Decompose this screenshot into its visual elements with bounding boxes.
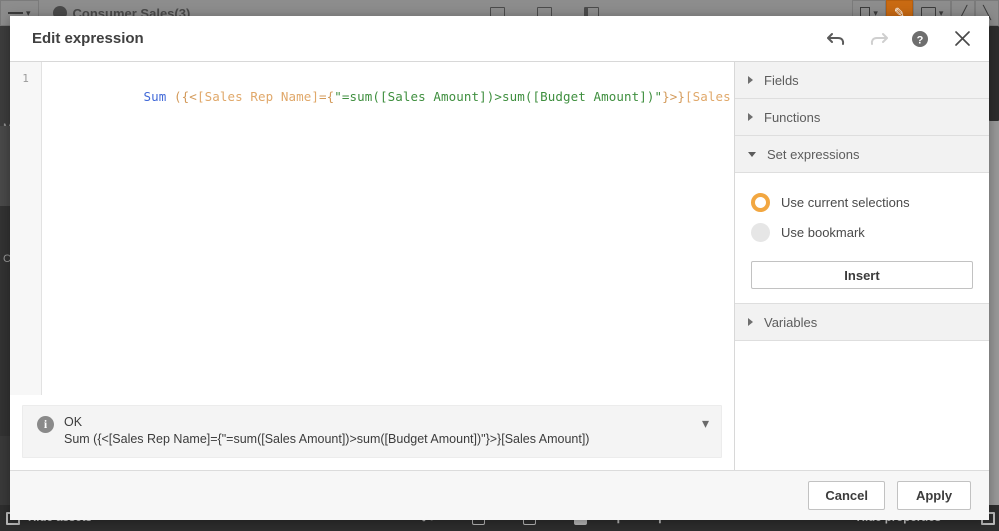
sidebar-item-functions[interactable]: Functions bbox=[735, 99, 989, 136]
undo-icon[interactable] bbox=[825, 28, 847, 50]
edit-expression-dialog: Edit expression bbox=[10, 16, 989, 520]
radio-use-current-selections[interactable]: Use current selections bbox=[751, 187, 973, 217]
line-number-gutter: 1 bbox=[10, 62, 42, 395]
radio-use-bookmark[interactable]: Use bookmark bbox=[751, 217, 973, 247]
expression-input[interactable]: Sum ({<[Sales Rep Name]={"=sum([Sales Am… bbox=[42, 62, 734, 395]
validation-status-box: i OK Sum ({<[Sales Rep Name]={"=sum([Sal… bbox=[22, 405, 722, 458]
chevron-right-icon bbox=[748, 318, 753, 326]
expression-tokens: Sum ({<[Sales Rep Name]={"=sum([Sales Am… bbox=[144, 89, 734, 104]
cancel-button[interactable]: Cancel bbox=[808, 481, 885, 510]
validation-expression: Sum ({<[Sales Rep Name]={"=sum([Sales Am… bbox=[64, 432, 589, 446]
expression-editor-column: 1 Sum ({<[Sales Rep Name]={"=sum([Sales … bbox=[10, 62, 735, 470]
dialog-title: Edit expression bbox=[32, 30, 144, 47]
set-expressions-body: Use current selections Use bookmark Inse… bbox=[735, 173, 989, 304]
chevron-right-icon bbox=[748, 113, 753, 121]
chevron-down-icon bbox=[748, 152, 756, 157]
expression-token-str: "=sum([Sales Amount])>sum([Budget Amount… bbox=[334, 89, 662, 104]
expression-code-area[interactable]: 1 Sum ({<[Sales Rep Name]={"=sum([Sales … bbox=[10, 62, 734, 395]
insert-button[interactable]: Insert bbox=[751, 261, 973, 289]
expression-token-punct: ={ bbox=[319, 89, 334, 104]
application-window: ▾ Consumer Sales(3) ▾ ✎ ▾ ╱ ╲ bbox=[0, 0, 999, 531]
dialog-header-actions: ? bbox=[825, 28, 973, 50]
chevron-down-icon[interactable]: ▾ bbox=[702, 416, 709, 430]
radio-unselected-icon[interactable] bbox=[751, 223, 770, 242]
sidebar-item-label: Set expressions bbox=[767, 147, 860, 162]
dialog-header: Edit expression bbox=[10, 16, 989, 62]
sidebar-item-variables[interactable]: Variables bbox=[735, 304, 989, 341]
help-icon[interactable]: ? bbox=[909, 28, 931, 50]
sidebar-item-set-expressions[interactable]: Set expressions bbox=[735, 136, 989, 173]
info-icon: i bbox=[37, 416, 54, 433]
redo-icon[interactable] bbox=[867, 28, 889, 50]
expression-token-punct: ({< bbox=[174, 89, 197, 104]
sidebar-item-label: Functions bbox=[764, 110, 820, 125]
expression-token-plain bbox=[166, 89, 174, 104]
radio-label: Use bookmark bbox=[781, 225, 865, 240]
line-number: 1 bbox=[10, 70, 41, 88]
validation-status-title: OK bbox=[64, 415, 589, 429]
sidebar-item-label: Fields bbox=[764, 73, 799, 88]
page-scrollbar[interactable] bbox=[989, 26, 999, 505]
dialog-footer: Cancel Apply bbox=[10, 470, 989, 520]
expression-token-field: [Sales Amount] bbox=[685, 89, 734, 104]
radio-label: Use current selections bbox=[781, 195, 910, 210]
chevron-right-icon bbox=[748, 76, 753, 84]
expression-side-panel: Fields Functions Set expressions Use cur… bbox=[735, 62, 989, 470]
page-scrollbar-thumb[interactable] bbox=[989, 26, 999, 121]
radio-selected-icon[interactable] bbox=[751, 193, 770, 212]
svg-text:?: ? bbox=[917, 34, 924, 46]
close-icon[interactable] bbox=[951, 28, 973, 50]
side-panel-filler bbox=[735, 341, 989, 470]
dialog-body: 1 Sum ({<[Sales Rep Name]={"=sum([Sales … bbox=[10, 62, 989, 470]
sidebar-item-fields[interactable]: Fields bbox=[735, 62, 989, 99]
expression-token-fn: Sum bbox=[144, 89, 167, 104]
validation-wrap: i OK Sum ({<[Sales Rep Name]={"=sum([Sal… bbox=[10, 395, 734, 470]
sidebar-item-label: Variables bbox=[764, 315, 817, 330]
apply-button[interactable]: Apply bbox=[897, 481, 971, 510]
expression-token-punct: }>} bbox=[662, 89, 685, 104]
expression-token-field: [Sales Rep Name] bbox=[197, 89, 319, 104]
